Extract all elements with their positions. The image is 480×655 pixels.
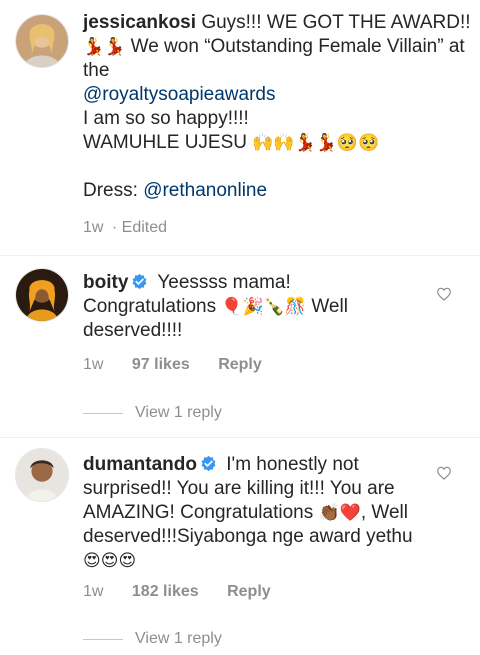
mention-link[interactable]: @rethanonline (143, 180, 267, 201)
view-replies-label: View 1 reply (135, 630, 222, 647)
caption-block: jessicankosi Guys!!! WE GOT THE AWARD!! … (0, 0, 480, 250)
comment-text: dumantando I'm honestly not surprised!! … (83, 453, 423, 573)
avatar[interactable] (15, 448, 69, 502)
comment-item: dumantando I'm honestly not surprised!! … (0, 438, 480, 655)
avatar-image (16, 449, 68, 501)
comment-meta: 1w 97 likes Reply (83, 355, 286, 375)
caption-meta: 1w · Edited (83, 218, 191, 238)
heart-outline-icon[interactable] (436, 465, 452, 481)
comment-username[interactable]: boity (83, 272, 128, 293)
avatar[interactable] (15, 14, 69, 68)
verified-badge-icon (132, 273, 147, 290)
caption-text: jessicankosi Guys!!! WE GOT THE AWARD!! … (83, 11, 473, 203)
caption-dress-label: Dress: (83, 180, 138, 201)
verified-badge-icon (201, 455, 216, 472)
caption-username[interactable]: jessicankosi (83, 12, 196, 33)
view-replies-label: View 1 reply (135, 404, 222, 421)
caption-line: I am so so happy!!!! (83, 108, 249, 129)
avatar[interactable] (15, 268, 69, 322)
replies-line (83, 638, 123, 640)
replies-line (83, 412, 123, 414)
timestamp: 1w (83, 356, 104, 373)
likes-count[interactable]: 182 likes (132, 583, 199, 600)
likes-count[interactable]: 97 likes (132, 356, 190, 373)
edited-label: · Edited (111, 219, 168, 236)
heart-outline-icon[interactable] (436, 286, 452, 302)
caption-line: Guys!!! WE GOT THE AWARD!! (201, 12, 471, 33)
caption-emoji: 🙌🙌💃💃🥺🥺 (252, 133, 380, 152)
view-replies-button[interactable]: View 1 reply (83, 403, 222, 423)
comments-screen: jessicankosi Guys!!! WE GOT THE AWARD!! … (0, 0, 480, 655)
caption-line: We won “Outstanding Female Villain” at t… (83, 36, 465, 81)
comment-item: boity Yeessss mama! Congratulations 🎈🎉🍾🎊… (0, 256, 480, 431)
reply-button[interactable]: Reply (227, 583, 271, 600)
timestamp: 1w (83, 219, 104, 236)
comment-username[interactable]: dumantando (83, 454, 197, 475)
avatar-image (16, 269, 68, 321)
comment-emoji: 😍😍😍 (83, 551, 137, 570)
caption-line: WAMUHLE UJESU (83, 132, 247, 153)
avatar-image (16, 15, 68, 67)
comment-text: boity Yeessss mama! Congratulations 🎈🎉🍾🎊… (83, 271, 423, 343)
view-replies-button[interactable]: View 1 reply (83, 629, 222, 649)
comment-emoji: 👏🏾❤️ (318, 503, 361, 522)
reply-button[interactable]: Reply (218, 356, 262, 373)
comment-meta: 1w 182 likes Reply (83, 582, 295, 602)
caption-emoji: 💃💃 (83, 37, 126, 56)
comment-emoji: 🎈🎉🍾🎊 (221, 297, 307, 316)
timestamp: 1w (83, 583, 104, 600)
mention-link[interactable]: @royaltysoapieawards (83, 84, 276, 105)
